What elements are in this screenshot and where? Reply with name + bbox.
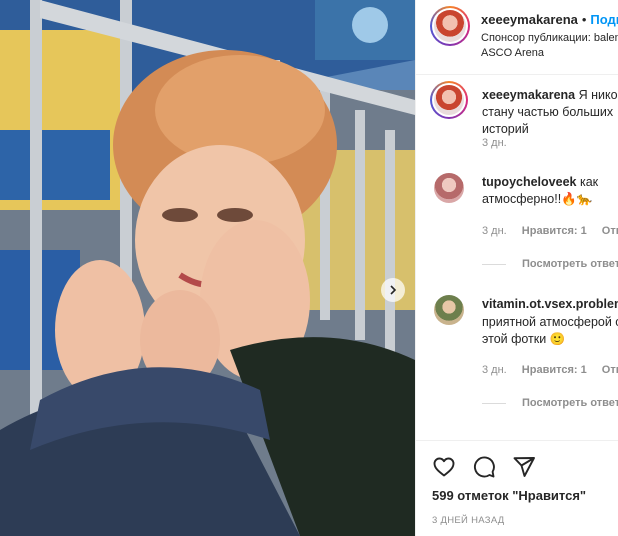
replies-divider — [482, 402, 506, 404]
separator-dot: • — [581, 12, 587, 27]
share-button[interactable] — [512, 455, 536, 479]
sponsor-label[interactable]: Спонсор публикации: balenciaga — [481, 31, 618, 45]
caption-username[interactable]: xeeeymakarena — [482, 88, 575, 102]
replies-divider — [482, 263, 506, 265]
comment-text-line1: как — [579, 175, 599, 189]
post-actions: 599 отметок "Нравится" 3 ДНЕЙ НАЗАД — [416, 440, 618, 536]
comment-username[interactable]: tupoycheloveek — [482, 175, 576, 189]
location-link[interactable]: ASCO Arena — [481, 46, 544, 60]
share-icon — [513, 457, 535, 477]
post-header: xeeeymakarena • Подписаться Спонсор публ… — [416, 0, 618, 75]
post-sidebar: xeeeymakarena • Подписаться Спонсор публ… — [415, 0, 618, 536]
comment-text-line2: этой фотки 🙂 — [482, 332, 566, 346]
reply-button[interactable]: Ответить — [602, 225, 618, 237]
comment-likes[interactable]: Нравится: 1 — [522, 225, 587, 237]
comment-avatar[interactable] — [434, 173, 464, 203]
comment-icon — [473, 456, 495, 478]
caption-avatar[interactable] — [430, 81, 468, 119]
caption-time[interactable]: 3 дн. — [482, 137, 507, 149]
comment-username[interactable]: vitamin.ot.vsex.problem — [482, 297, 618, 311]
post-image — [0, 0, 415, 536]
post-date[interactable]: 3 ДНЕЙ НАЗАД — [432, 515, 505, 526]
comment-time[interactable]: 3 дн. — [482, 225, 507, 237]
post-photo[interactable] — [0, 0, 415, 536]
comment-button[interactable] — [472, 455, 496, 479]
view-replies-button[interactable]: Посмотреть ответы (1) — [482, 258, 618, 270]
comment-time[interactable]: 3 дн. — [482, 364, 507, 376]
heart-icon — [433, 457, 455, 477]
comment-text-line1: приятной атмосферой от — [482, 315, 618, 329]
next-photo-button[interactable] — [381, 278, 405, 302]
view-replies-button[interactable]: Посмотреть ответы (1) — [482, 397, 618, 409]
author-username[interactable]: xeeeymakarena — [481, 12, 578, 27]
view-replies-label: Посмотреть ответы (1) — [522, 258, 618, 270]
comment-likes[interactable]: Нравится: 1 — [522, 364, 587, 376]
view-replies-label: Посмотреть ответы (1) — [522, 397, 618, 409]
likes-count[interactable]: 599 отметок "Нравится" — [432, 488, 586, 503]
comment-avatar[interactable] — [434, 295, 464, 325]
author-avatar[interactable] — [430, 6, 470, 46]
follow-button[interactable]: Подписаться — [590, 12, 618, 27]
reply-button[interactable]: Ответить — [602, 364, 618, 376]
chevron-right-icon — [390, 285, 397, 295]
like-button[interactable] — [432, 455, 456, 479]
comment-text-line2: атмосферно!!🔥🐆 — [482, 192, 593, 206]
